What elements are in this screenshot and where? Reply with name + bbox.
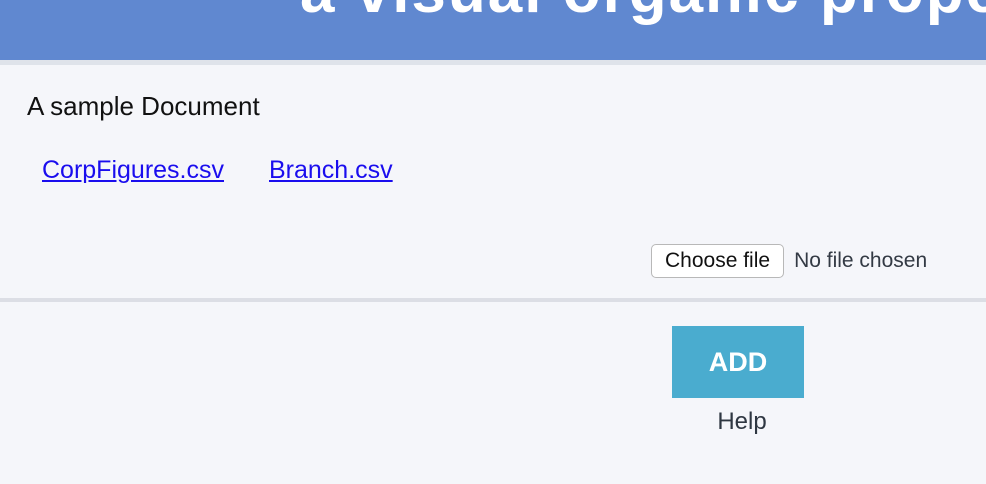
choose-file-button[interactable]: Choose file [651,244,785,278]
document-title: A sample Document [27,91,260,121]
file-link-branch[interactable]: Branch.csv [269,156,393,185]
header-title: a visual organic properties study [300,0,986,27]
file-status-text: No file chosen [794,249,928,272]
section-divider [0,298,986,302]
file-link-corpfigures[interactable]: CorpFigures.csv [42,156,224,185]
file-input[interactable]: Choose file No file chosen [651,244,927,278]
header-banner: a visual organic properties study [0,0,986,60]
document-card: A sample Document CorpFigures.csv Branch… [0,65,986,298]
page: a visual organic properties study A samp… [0,0,986,484]
help-link[interactable]: Help [672,408,812,436]
add-button[interactable]: ADD [672,326,804,398]
